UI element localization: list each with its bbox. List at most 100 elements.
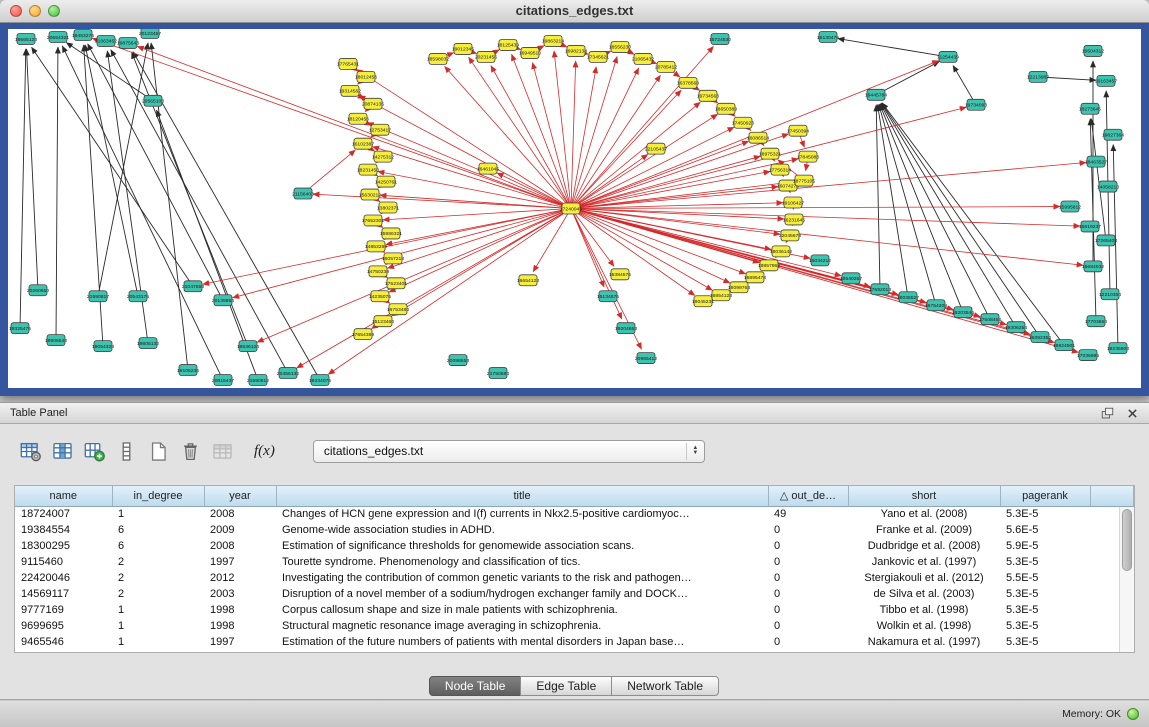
column-header-title[interactable]: title: [276, 486, 768, 506]
network-node[interactable]: 16754208: [925, 300, 947, 311]
table-cell[interactable]: 1: [112, 650, 204, 653]
network-node[interactable]: 17508463: [979, 314, 1001, 325]
network-edge[interactable]: [56, 47, 58, 340]
network-node[interactable]: 17240043: [560, 203, 582, 214]
network-node[interactable]: 18906543: [45, 335, 67, 346]
network-node[interactable]: 20654321: [47, 31, 69, 42]
network-node[interactable]: 12753417: [369, 124, 391, 135]
table-row[interactable]: 977716911998Corpus callosum shape and si…: [15, 602, 1134, 618]
table-cell[interactable]: 1: [112, 602, 204, 618]
network-node[interactable]: 18203546: [952, 307, 974, 318]
network-node[interactable]: 17523401: [385, 278, 407, 289]
table-cell[interactable]: 2: [112, 586, 204, 602]
table-cell[interactable]: 18300295: [15, 538, 112, 554]
network-node[interactable]: 21063452: [95, 35, 117, 46]
network-edge[interactable]: [554, 51, 571, 209]
table-settings-icon[interactable]: [18, 439, 42, 463]
table-cell[interactable]: 0: [768, 618, 848, 634]
column-header-out-de-[interactable]: △ out_de…: [768, 486, 848, 506]
minimize-window-button[interactable]: [29, 5, 41, 17]
table-cell[interactable]: 2: [112, 554, 204, 570]
table-cell[interactable]: 9777169: [15, 602, 112, 618]
network-node[interactable]: 22105437: [645, 143, 667, 154]
table-cell[interactable]: Franke et al. (2009): [848, 522, 1000, 538]
table-cell[interactable]: 0: [768, 570, 848, 586]
network-node[interactable]: 17450923: [732, 117, 754, 128]
table-row[interactable]: 2242004622012Investigating the contribut…: [15, 570, 1134, 586]
table-row[interactable]: 911546021997Tourette syndrome. Phenomeno…: [15, 554, 1134, 570]
table-row[interactable]: 946362711997Embryonic stem cells: a mode…: [15, 650, 1134, 653]
table-cell[interactable]: 1998: [204, 618, 276, 634]
zoom-window-button[interactable]: [48, 5, 60, 17]
network-node[interactable]: 16057213: [382, 253, 404, 264]
network-node[interactable]: 18775105: [793, 175, 815, 186]
network-node[interactable]: 19565123: [15, 33, 37, 44]
network-edge[interactable]: [881, 104, 990, 319]
table-cell[interactable]: 0: [768, 522, 848, 538]
network-edge[interactable]: [392, 209, 571, 317]
network-node[interactable]: 21750684: [487, 368, 509, 379]
network-edge[interactable]: [571, 209, 614, 267]
network-node[interactable]: 20139854: [212, 295, 234, 306]
table-cell[interactable]: 49: [768, 506, 848, 522]
table-scrollbar-thumb[interactable]: [1122, 509, 1132, 571]
table-cell[interactable]: Jankovic et al. (1997): [848, 554, 1000, 570]
network-node[interactable]: 18975321: [759, 148, 781, 159]
table-row[interactable]: 1830029562008Estimation of significance …: [15, 538, 1134, 554]
network-node[interactable]: 17654389: [352, 329, 374, 340]
network-node[interactable]: 19536124: [237, 341, 259, 352]
table-scrollbar[interactable]: [1119, 507, 1134, 652]
network-edge[interactable]: [571, 75, 660, 208]
network-node[interactable]: 19036527: [897, 292, 919, 303]
table-cell[interactable]: 18724007: [15, 506, 112, 522]
table-cell[interactable]: 14569117: [15, 586, 112, 602]
network-node[interactable]: 18273645: [1079, 103, 1101, 114]
network-node[interactable]: 16753480: [387, 304, 409, 315]
network-node[interactable]: 17703654: [1085, 316, 1107, 327]
table-cell[interactable]: 5.3E-5: [1000, 618, 1090, 634]
network-edge[interactable]: [533, 209, 571, 272]
table-cell[interactable]: 2009: [204, 522, 276, 538]
network-node[interactable]: 15384576: [609, 269, 631, 280]
table-cell[interactable]: 1998: [204, 602, 276, 618]
network-node[interactable]: 18453276: [72, 29, 94, 40]
network-node[interactable]: 17036985: [1077, 350, 1099, 361]
table-cell[interactable]: 5.3E-5: [1000, 602, 1090, 618]
network-node[interactable]: 18120456: [347, 113, 369, 124]
network-node[interactable]: 17845083: [797, 151, 819, 162]
network-node[interactable]: 19504312: [1082, 45, 1104, 56]
new-table-icon[interactable]: [146, 439, 170, 463]
table-cell[interactable]: 5.3E-5: [1000, 634, 1090, 650]
table-cell[interactable]: Tourette syndrome. Phenomenology and cla…: [276, 554, 768, 570]
tab-edge-table[interactable]: Edge Table: [520, 676, 612, 696]
table-cell[interactable]: Embryonic stem cells: a model to study s…: [276, 650, 768, 653]
network-node[interactable]: 20231456: [475, 51, 497, 62]
network-node[interactable]: 18036142: [770, 246, 792, 257]
network-node[interactable]: 12213987: [1027, 71, 1049, 82]
close-panel-icon[interactable]: [1124, 405, 1141, 422]
network-edge[interactable]: [879, 104, 936, 305]
table-cell[interactable]: Estimation of the future numbers of pati…: [276, 634, 768, 650]
table-cell[interactable]: Tibbo et al. (1998): [848, 602, 1000, 618]
network-canvas-svg[interactable]: 1724004318598032190123452023145618125439…: [8, 29, 1141, 388]
network-edge[interactable]: [62, 46, 223, 380]
network-node[interactable]: 16378569: [677, 77, 699, 88]
table-cell[interactable]: 5.6E-5: [1000, 522, 1090, 538]
tab-node-table[interactable]: Node Table: [429, 676, 522, 696]
table-cell[interactable]: 2012: [204, 570, 276, 586]
table-cell[interactable]: 1: [112, 506, 204, 522]
network-node[interactable]: 18235908: [1107, 343, 1129, 354]
network-node[interactable]: 16102387: [352, 138, 374, 149]
table-cell[interactable]: 5.3E-5: [1000, 586, 1090, 602]
network-edge[interactable]: [571, 209, 712, 291]
network-node[interactable]: 22045678: [779, 230, 801, 241]
network-node[interactable]: 21047658: [182, 281, 204, 292]
network-node[interactable]: 20874135: [362, 98, 384, 109]
network-node[interactable]: 20163457: [1095, 75, 1117, 86]
network-node[interactable]: 19105236: [177, 365, 199, 376]
table-cell[interactable]: 5.9E-5: [1000, 538, 1090, 554]
network-node[interactable]: 18463527: [1085, 156, 1107, 167]
table-cell[interactable]: 2008: [204, 538, 276, 554]
table-cell[interactable]: 2: [112, 570, 204, 586]
network-edge[interactable]: [137, 46, 571, 208]
